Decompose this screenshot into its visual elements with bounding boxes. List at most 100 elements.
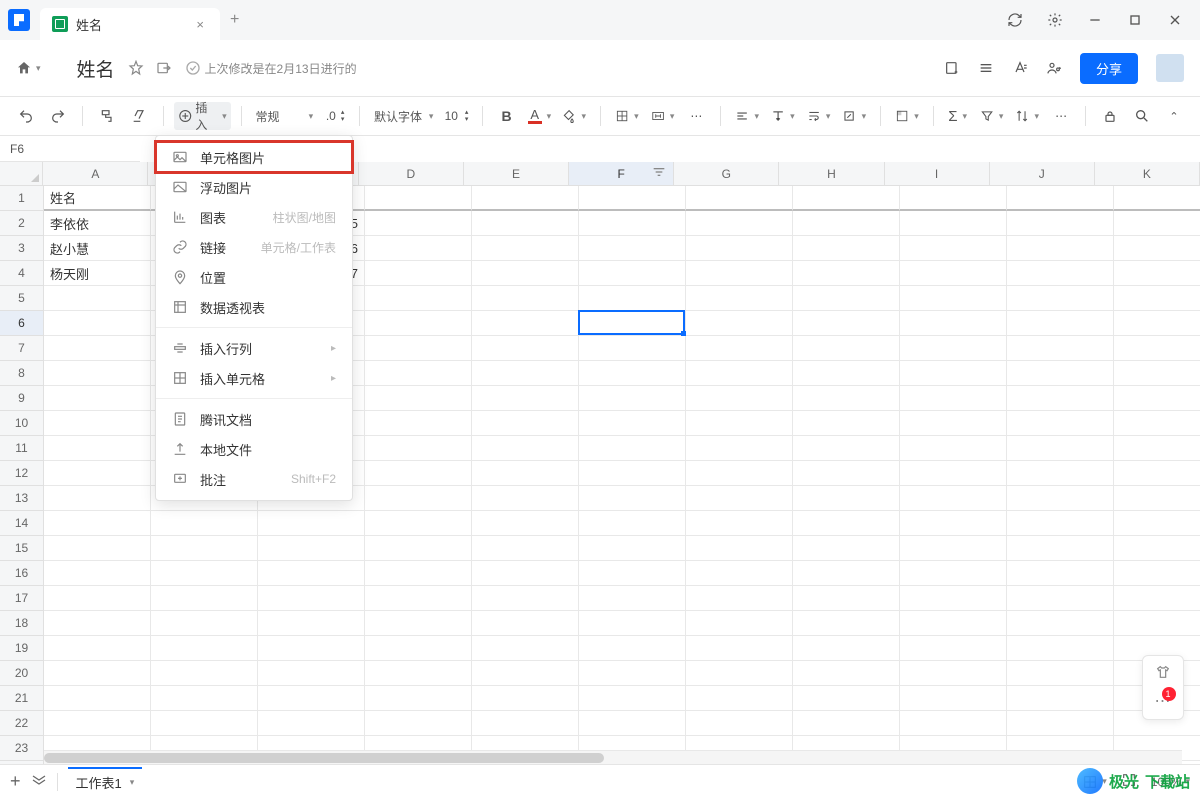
cell[interactable] <box>1007 211 1114 236</box>
cell[interactable] <box>151 611 258 636</box>
cell[interactable] <box>44 386 151 411</box>
cell[interactable] <box>793 311 900 336</box>
cell[interactable] <box>472 361 579 386</box>
sheet-tab-1[interactable]: 工作表1▾ <box>68 767 143 796</box>
settings-icon[interactable] <box>1038 6 1072 34</box>
cell[interactable] <box>793 636 900 661</box>
sheet-list-button[interactable] <box>31 772 47 791</box>
cell[interactable] <box>686 686 793 711</box>
row-header[interactable]: 16 <box>0 561 44 586</box>
cell[interactable] <box>1114 211 1200 236</box>
cell[interactable] <box>44 286 151 311</box>
minimize-button[interactable] <box>1078 6 1112 34</box>
star-icon[interactable] <box>127 59 145 77</box>
cell[interactable] <box>793 211 900 236</box>
row-header[interactable]: 15 <box>0 536 44 561</box>
column-header[interactable]: G <box>674 162 779 186</box>
cell[interactable] <box>151 536 258 561</box>
more-cell-button[interactable]: ⋯ <box>682 102 710 130</box>
cell[interactable] <box>44 536 151 561</box>
column-header[interactable]: J <box>990 162 1095 186</box>
cell[interactable] <box>686 586 793 611</box>
cell[interactable] <box>579 436 686 461</box>
row-header[interactable]: 17 <box>0 586 44 611</box>
column-header[interactable]: I <box>885 162 990 186</box>
move-icon[interactable] <box>155 59 173 77</box>
cell[interactable] <box>1114 286 1200 311</box>
cell[interactable] <box>579 711 686 736</box>
text-color-button[interactable]: A▾ <box>525 102 555 130</box>
cell[interactable] <box>44 561 151 586</box>
cell[interactable] <box>793 236 900 261</box>
more-tools-button[interactable]: ⋯ <box>1047 102 1075 130</box>
document-tab[interactable]: 姓名 × <box>40 8 220 40</box>
cell[interactable] <box>365 336 472 361</box>
row-header[interactable]: 21 <box>0 686 44 711</box>
menu-tencent-doc[interactable]: 腾讯文档 <box>156 404 352 434</box>
cell[interactable] <box>579 361 686 386</box>
add-sheet-button[interactable]: + <box>10 771 21 792</box>
cell[interactable] <box>44 586 151 611</box>
cell[interactable] <box>1007 436 1114 461</box>
bold-button[interactable]: B <box>493 102 521 130</box>
cell[interactable] <box>472 661 579 686</box>
cell[interactable] <box>1114 536 1200 561</box>
row-header[interactable]: 10 <box>0 411 44 436</box>
cell[interactable] <box>258 611 365 636</box>
cell[interactable] <box>44 711 151 736</box>
cell[interactable] <box>900 261 1007 286</box>
column-header[interactable]: E <box>464 162 569 186</box>
cell[interactable] <box>44 361 151 386</box>
fill-color-button[interactable]: ▾ <box>558 102 590 130</box>
sum-button[interactable]: Σ▾ <box>944 102 972 130</box>
cell[interactable] <box>365 511 472 536</box>
cell[interactable] <box>686 286 793 311</box>
cell[interactable] <box>900 686 1007 711</box>
cell[interactable] <box>151 561 258 586</box>
cell[interactable] <box>686 561 793 586</box>
cell[interactable] <box>579 211 686 236</box>
cell[interactable] <box>686 386 793 411</box>
cell[interactable] <box>258 511 365 536</box>
cell[interactable] <box>900 486 1007 511</box>
cell[interactable] <box>579 511 686 536</box>
row-header[interactable]: 6 <box>0 311 44 336</box>
cell[interactable] <box>900 211 1007 236</box>
cell[interactable] <box>365 561 472 586</box>
cell[interactable] <box>365 186 472 211</box>
cell[interactable] <box>900 661 1007 686</box>
cell[interactable] <box>44 686 151 711</box>
cell[interactable] <box>686 511 793 536</box>
menu-pivot[interactable]: 数据透视表 <box>156 292 352 322</box>
wrap-button[interactable]: ▾ <box>803 102 835 130</box>
cell[interactable] <box>900 236 1007 261</box>
scrollbar-thumb[interactable] <box>44 753 604 763</box>
cell[interactable] <box>579 661 686 686</box>
column-header[interactable]: F <box>569 162 674 186</box>
menu-location[interactable]: 位置 <box>156 262 352 292</box>
cell[interactable] <box>1007 186 1114 211</box>
cell[interactable] <box>793 511 900 536</box>
row-header[interactable]: 2 <box>0 211 44 236</box>
row-header[interactable]: 23 <box>0 736 44 761</box>
toolbar-expand-button[interactable]: ⌃ <box>1160 102 1188 130</box>
cell[interactable] <box>472 211 579 236</box>
cell[interactable] <box>579 611 686 636</box>
cell[interactable] <box>793 611 900 636</box>
freeze-button[interactable]: ▾ <box>891 102 923 130</box>
document-name[interactable]: 姓名 <box>77 55 115 82</box>
cell[interactable] <box>686 536 793 561</box>
cell[interactable] <box>686 611 793 636</box>
cell[interactable] <box>365 261 472 286</box>
cell[interactable] <box>1007 236 1114 261</box>
cell[interactable] <box>793 336 900 361</box>
cell[interactable] <box>686 461 793 486</box>
cell[interactable] <box>686 261 793 286</box>
cell[interactable] <box>151 586 258 611</box>
text-format-icon[interactable] <box>1012 60 1028 76</box>
cell[interactable] <box>1114 311 1200 336</box>
merge-button[interactable]: ▾ <box>647 102 679 130</box>
row-header[interactable]: 14 <box>0 511 44 536</box>
cell[interactable] <box>1007 611 1114 636</box>
cell[interactable] <box>258 636 365 661</box>
